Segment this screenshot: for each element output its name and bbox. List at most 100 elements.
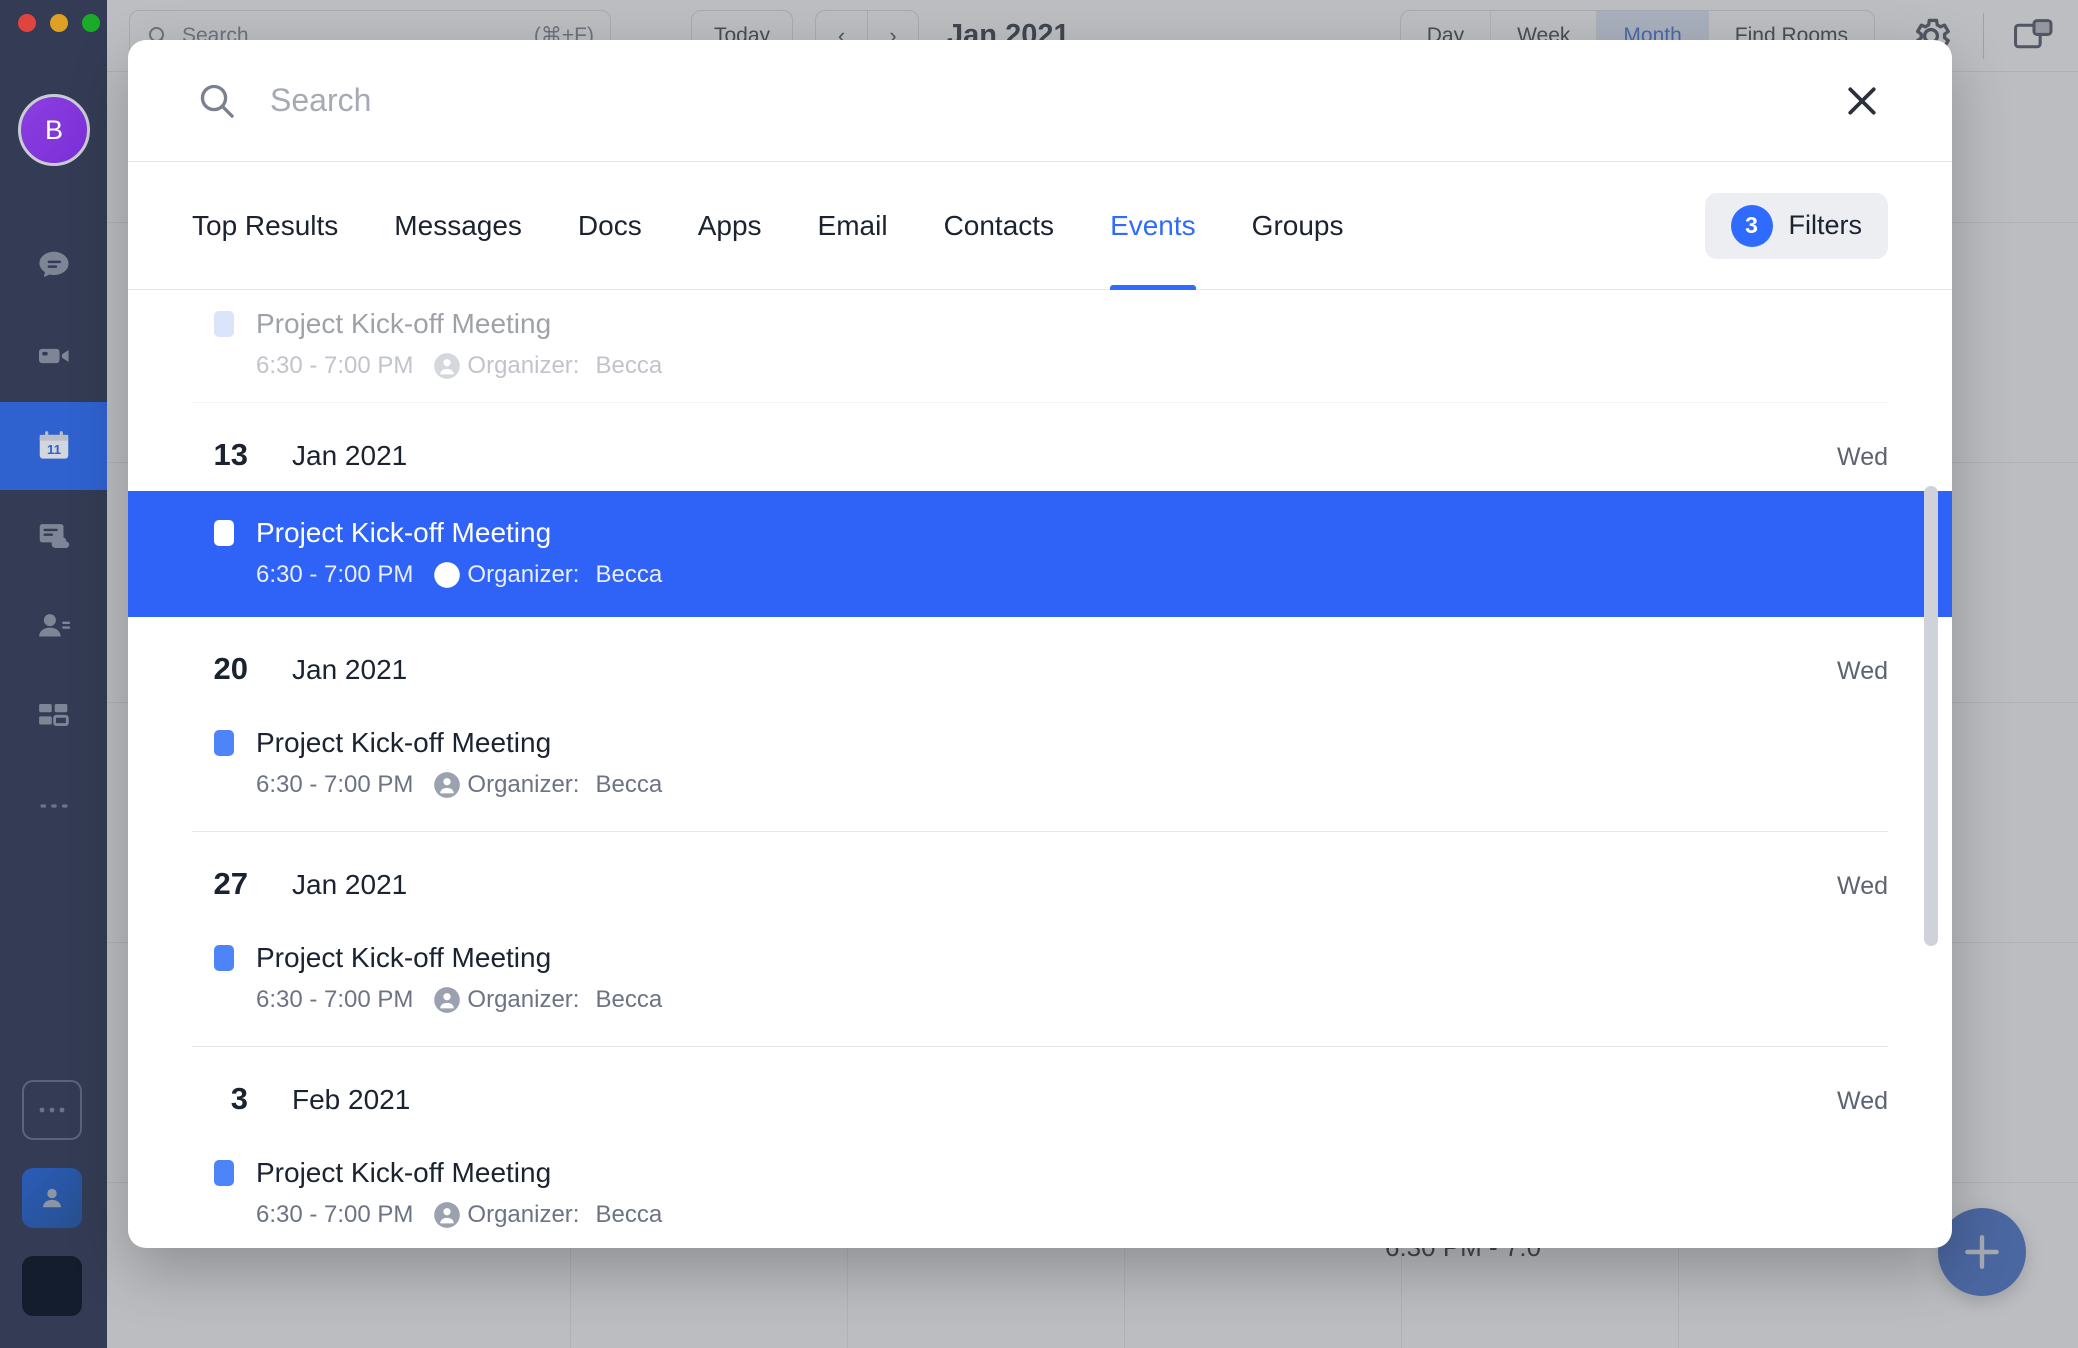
app-root: Search (⌘+F) Today ‹ › Jan 2021 Day Week… — [0, 0, 2078, 1348]
person-icon — [434, 772, 461, 798]
sidebar-item-contacts[interactable] — [0, 582, 107, 670]
date-day-number: 20 — [213, 651, 248, 686]
event-meta-row: 6:30 - 7:00 PM Organizer: Becca — [256, 986, 1888, 1014]
event-title: Project Kick-off Meeting — [256, 1157, 552, 1188]
sidebar-item-notes[interactable] — [0, 492, 107, 580]
sidebar-item-chat[interactable] — [0, 222, 107, 310]
event-meta-row: 6:30 - 7:00 PM Organizer: Becca — [256, 1201, 1888, 1229]
avatar-initial: B — [44, 114, 63, 145]
event-organizer-name: Becca — [595, 561, 663, 588]
sidebar-item-profile[interactable] — [22, 1168, 82, 1228]
date-weekday-label: Wed — [1837, 1087, 1888, 1115]
date-group-events: Project Kick-off Meeting 6:30 - 7:00 PM … — [192, 705, 1888, 832]
event-organizer-name: Becca — [595, 1201, 663, 1228]
event-title: Project Kick-off Meeting — [256, 727, 552, 758]
event-color-marker-icon — [214, 1160, 234, 1186]
tab-apps[interactable]: Apps — [698, 162, 762, 290]
tab-email[interactable]: Email — [818, 162, 888, 290]
list-item[interactable]: Project Kick-off Meeting 6:30 - 7:00 PM … — [192, 1135, 1888, 1248]
date-day-number: 3 — [230, 1081, 248, 1116]
event-meta-row: 6:30 - 7:00 PM Organizer: Becca — [256, 561, 1952, 589]
event-organizer-name: Becca — [595, 986, 663, 1013]
date-group-events: Project Kick-off Meeting 6:30 - 7:00 PM … — [192, 920, 1888, 1047]
event-meta-row: 6:30 - 7:00 PM Organizer: Becca — [256, 352, 1888, 380]
event-title-row: Project Kick-off Meeting — [214, 308, 1888, 340]
date-weekday-label: Wed — [1837, 657, 1888, 685]
tab-top-results[interactable]: Top Results — [192, 162, 338, 290]
search-icon — [200, 84, 234, 118]
tab-messages[interactable]: Messages — [394, 162, 522, 290]
date-header: 3 Feb 2021 Wed — [192, 1047, 1888, 1135]
modal-tab-bar: Top Results Messages Docs Apps Email Con… — [128, 162, 1952, 290]
left-sidebar: B 11 — [0, 0, 107, 1348]
person-icon — [434, 562, 461, 588]
date-month-label: Jan 2021 — [292, 654, 408, 685]
date-weekday-label: Wed — [1837, 443, 1888, 471]
notes-cloud-icon — [39, 524, 69, 549]
date-day-number: 27 — [213, 866, 248, 901]
apps-grid-icon — [38, 703, 69, 726]
chat-bubble-icon — [38, 251, 69, 278]
person-icon — [434, 1202, 461, 1228]
date-group: 3 Feb 2021 Wed Project Kick-off Meeting … — [128, 1047, 1952, 1248]
date-day-number: 13 — [213, 437, 248, 472]
ellipsis-icon — [39, 804, 68, 808]
tab-events[interactable]: Events — [1110, 162, 1196, 290]
person-icon — [434, 353, 461, 379]
ellipsis-box-icon — [39, 1107, 65, 1113]
event-title: Project Kick-off Meeting — [256, 517, 552, 548]
event-time: 6:30 - 7:00 PM — [256, 986, 414, 1013]
close-window-button[interactable] — [18, 14, 36, 32]
event-organizer-name: Becca — [595, 352, 663, 379]
event-organizer-label: Organizer: — [467, 771, 580, 798]
video-camera-icon — [38, 348, 69, 364]
event-title-row: Project Kick-off Meeting — [214, 727, 1888, 759]
date-month-label: Jan 2021 — [292, 869, 408, 900]
tab-contacts[interactable]: Contacts — [944, 162, 1055, 290]
sidebar-item-apps[interactable] — [0, 672, 107, 760]
search-input[interactable] — [270, 82, 1834, 119]
date-weekday-label: Wed — [1837, 872, 1888, 900]
event-organizer-label: Organizer: — [467, 986, 580, 1013]
event-organizer-label: Organizer: — [467, 1201, 580, 1228]
event-time: 6:30 - 7:00 PM — [256, 771, 414, 798]
tab-docs[interactable]: Docs — [578, 162, 642, 290]
window-traffic-lights — [18, 14, 100, 32]
list-item[interactable]: Project Kick-off Meeting 6:30 - 7:00 PM … — [192, 920, 1888, 1038]
event-color-marker-icon — [214, 945, 234, 971]
filters-button[interactable]: 3 Filters — [1704, 192, 1888, 259]
date-header: 27 Jan 2021 Wed — [192, 832, 1888, 920]
sidebar-item-more-apps[interactable] — [22, 1080, 82, 1140]
person-square-icon — [43, 1188, 61, 1208]
event-title-row: Project Kick-off Meeting — [214, 942, 1888, 974]
date-group: 13 Jan 2021 Wed Project Kick-off Meeting… — [128, 403, 1952, 617]
person-icon — [434, 987, 461, 1013]
results-scrollbar[interactable] — [1924, 486, 1938, 946]
minimize-window-button[interactable] — [50, 14, 68, 32]
sidebar-item-video[interactable] — [0, 312, 107, 400]
close-modal-button[interactable] — [1834, 73, 1890, 129]
avatar[interactable]: B — [18, 94, 90, 166]
date-header: 13 Jan 2021 Wed — [192, 403, 1888, 491]
event-title-row: Project Kick-off Meeting — [214, 1157, 1888, 1189]
date-group: 27 Jan 2021 Wed Project Kick-off Meeting… — [128, 832, 1952, 1047]
event-color-marker-icon — [214, 311, 234, 337]
search-modal: Top Results Messages Docs Apps Email Con… — [128, 40, 1952, 1248]
event-time: 6:30 - 7:00 PM — [256, 1201, 414, 1228]
results-list: Project Kick-off Meeting 6:30 - 7:00 PM … — [128, 290, 1952, 1248]
list-item[interactable]: Project Kick-off Meeting 6:30 - 7:00 PM … — [192, 290, 1888, 403]
maximize-window-button[interactable] — [82, 14, 100, 32]
event-organizer-label: Organizer: — [467, 352, 580, 379]
tab-groups[interactable]: Groups — [1252, 162, 1344, 290]
list-item[interactable]: Project Kick-off Meeting 6:30 - 7:00 PM … — [192, 705, 1888, 823]
date-month-label: Feb 2021 — [292, 1084, 411, 1115]
sidebar-item-calendar[interactable]: 11 — [0, 402, 107, 490]
event-title: Project Kick-off Meeting — [256, 308, 552, 339]
event-time: 6:30 - 7:00 PM — [256, 352, 414, 379]
list-item-selected[interactable]: Project Kick-off Meeting 6:30 - 7:00 PM … — [128, 491, 1952, 617]
event-color-marker-icon — [214, 520, 234, 546]
date-month-label: Jan 2021 — [292, 440, 408, 471]
sidebar-item-more[interactable] — [0, 762, 107, 850]
calendar-icon: 11 — [39, 431, 68, 459]
sidebar-item-dark-tile[interactable] — [22, 1256, 82, 1316]
